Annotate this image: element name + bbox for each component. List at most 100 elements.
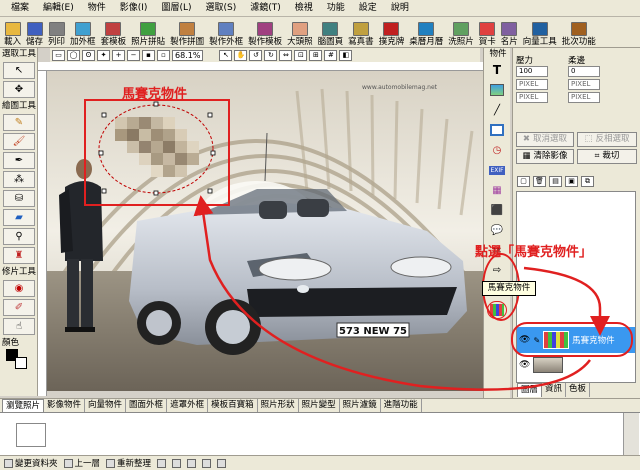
browser-tab[interactable]: 照片形狀 xyxy=(258,399,299,412)
browser-tab[interactable]: 圖面外框 xyxy=(126,399,168,412)
toolbar-button[interactable]: 批次功能 xyxy=(560,17,598,47)
browser-tab[interactable]: 照片變型 xyxy=(299,399,340,412)
lasso-select-icon[interactable]: ʘ xyxy=(82,49,95,61)
menu-item[interactable]: 檔案 xyxy=(4,0,36,17)
status-button[interactable] xyxy=(172,458,182,468)
zoom-level[interactable]: 68.1% xyxy=(172,49,204,61)
cancel-select-button[interactable]: ✖ 取消選取 xyxy=(516,132,574,147)
fit-screen-icon[interactable]: ⊡ xyxy=(294,49,308,61)
hand-pan-icon[interactable]: ✋ xyxy=(234,49,248,61)
new-layer-icon[interactable]: ▢ xyxy=(517,176,530,187)
toolbar-button[interactable]: 寫真書 xyxy=(346,17,376,47)
toolbar-button[interactable]: 製作外框 xyxy=(207,17,245,47)
toolbar-button[interactable]: 賀卡 xyxy=(477,17,498,47)
ellipse-select-icon[interactable]: ◯ xyxy=(67,49,80,61)
toolbar-button[interactable]: 載入 xyxy=(2,17,23,47)
status-button[interactable]: 上一層 xyxy=(63,457,100,469)
status-button[interactable]: 重新整理 xyxy=(106,457,151,469)
clear-image-button[interactable]: ▦ 清除影像 xyxy=(516,149,574,164)
mask-tool[interactable]: ⬛ xyxy=(487,201,507,219)
background-color[interactable] xyxy=(15,357,27,369)
select-arrow-tool[interactable]: ↖ xyxy=(3,62,35,79)
layer-props-icon[interactable]: ▤ xyxy=(549,176,562,187)
grid-icon[interactable]: # xyxy=(324,49,338,61)
browser-tab[interactable]: 照片濾鏡 xyxy=(340,399,381,412)
spray-tool[interactable]: ⁂ xyxy=(3,171,35,188)
menu-item[interactable]: 選取(S) xyxy=(198,0,243,17)
clock-tool[interactable]: ◷ xyxy=(487,141,507,159)
brush-tool[interactable]: 🖌 xyxy=(3,133,35,150)
flip-icon[interactable]: ⇔ xyxy=(279,49,293,61)
retouch-brush-tool[interactable]: ✐ xyxy=(3,299,35,316)
pressure-select[interactable]: 100 xyxy=(516,66,548,77)
fill-tool[interactable]: ⛁ xyxy=(3,190,35,207)
menu-item[interactable]: 設定 xyxy=(352,0,384,17)
width-field[interactable]: PIXEL xyxy=(516,79,548,90)
toolbar-button[interactable]: 向量工具 xyxy=(521,17,559,47)
menu-item[interactable]: 物件 xyxy=(81,0,113,17)
status-button[interactable]: 變更資料夾 xyxy=(4,457,58,469)
menu-item[interactable]: 功能 xyxy=(320,0,352,17)
line-tool[interactable]: ╱ xyxy=(487,101,507,119)
eraser-tool[interactable]: ▰ xyxy=(3,209,35,226)
toolbar-button[interactable]: 撲克牌 xyxy=(377,17,407,47)
pen-tool[interactable]: ✒ xyxy=(3,152,35,169)
toolbar-button[interactable]: 名片 xyxy=(499,17,520,47)
browser-tab[interactable]: 瀏覽照片 xyxy=(2,398,45,413)
browser-tab[interactable]: 遮罩外框 xyxy=(167,399,209,412)
calendar-object-tool[interactable]: ▦ xyxy=(487,181,507,199)
toolbar-button[interactable]: 加外框 xyxy=(68,17,98,47)
status-button[interactable] xyxy=(157,458,167,468)
browser-tab[interactable]: 模板百寶箱 xyxy=(208,399,258,412)
layer-row-photo[interactable]: 👁 xyxy=(517,354,635,376)
offset-y-field[interactable]: PIXEL xyxy=(568,92,600,103)
toolbar-button[interactable]: 製作拼圖 xyxy=(168,17,206,47)
status-button[interactable] xyxy=(187,458,197,468)
toolbar-button[interactable]: 照片拼貼 xyxy=(129,17,167,47)
zoom-out-icon[interactable]: ▪ xyxy=(142,49,155,61)
height-field[interactable]: PIXEL xyxy=(568,79,600,90)
subtract-select-icon[interactable]: − xyxy=(127,49,140,61)
layer-image-icon[interactable]: ▣ xyxy=(565,176,578,187)
toolbar-button[interactable]: 列印 xyxy=(46,17,67,47)
status-button[interactable] xyxy=(217,458,227,468)
layer-merge-icon[interactable]: ⧉ xyxy=(581,176,594,187)
tab-info[interactable]: 資訊 xyxy=(542,383,567,397)
status-button[interactable] xyxy=(202,458,212,468)
toolbar-button[interactable]: 製作模板 xyxy=(246,17,284,47)
tab-swatches[interactable]: 色板 xyxy=(566,383,591,397)
red-eye-tool[interactable]: ◉ xyxy=(3,280,35,297)
toolbar-button[interactable]: 大頭照 xyxy=(285,17,315,47)
toolbar-button[interactable]: 桌曆月曆 xyxy=(407,17,445,47)
toolbar-button[interactable]: 儲存 xyxy=(24,17,45,47)
menu-item[interactable]: 檢視 xyxy=(288,0,320,17)
image-object-tool[interactable] xyxy=(487,81,507,99)
crop-button[interactable]: ⌗ 裁切 xyxy=(577,149,637,164)
arrow-pointer-icon[interactable]: ↖ xyxy=(219,49,233,61)
pencil-tool[interactable]: ✎ xyxy=(3,114,35,131)
invert-select-button[interactable]: ⬚ 反相選取 xyxy=(577,132,637,147)
menu-item[interactable]: 圖層(L) xyxy=(154,0,198,17)
image-canvas[interactable]: 573 NEW 75 www.automobilemag.net 馬賽克物件 xyxy=(47,71,483,391)
thumb-scrollbar[interactable] xyxy=(623,413,639,455)
speech-bubble-tool[interactable]: 💬 xyxy=(487,221,507,239)
tab-layers[interactable]: 圖層 xyxy=(517,383,543,397)
add-select-icon[interactable]: + xyxy=(112,49,125,61)
softness-select[interactable]: 0 xyxy=(568,66,600,77)
browser-tab[interactable]: 向量物件 xyxy=(85,399,127,412)
browser-tab[interactable]: 進階功能 xyxy=(381,399,422,412)
toolbar-button[interactable]: 腦圖頁 xyxy=(316,17,346,47)
clone-tool[interactable]: ♜ xyxy=(3,247,35,264)
rotate-right-icon[interactable]: ↻ xyxy=(264,49,278,61)
menu-item[interactable]: 編輯(E) xyxy=(36,0,81,17)
menu-item[interactable]: 影像(I) xyxy=(113,0,155,17)
delete-layer-icon[interactable]: 🗑 xyxy=(533,176,546,187)
rect-select-icon[interactable]: ▭ xyxy=(52,49,65,61)
exif-tool[interactable]: EXIF xyxy=(487,161,507,179)
toolbar-button[interactable]: 洗照片 xyxy=(446,17,476,47)
eyedropper-tool[interactable]: ⚲ xyxy=(3,228,35,245)
zoom-in-icon[interactable]: ▫ xyxy=(157,49,170,61)
browser-tab[interactable]: 影像物件 xyxy=(44,399,86,412)
offset-x-field[interactable]: PIXEL xyxy=(516,92,548,103)
menu-item[interactable]: 說明 xyxy=(384,0,416,17)
